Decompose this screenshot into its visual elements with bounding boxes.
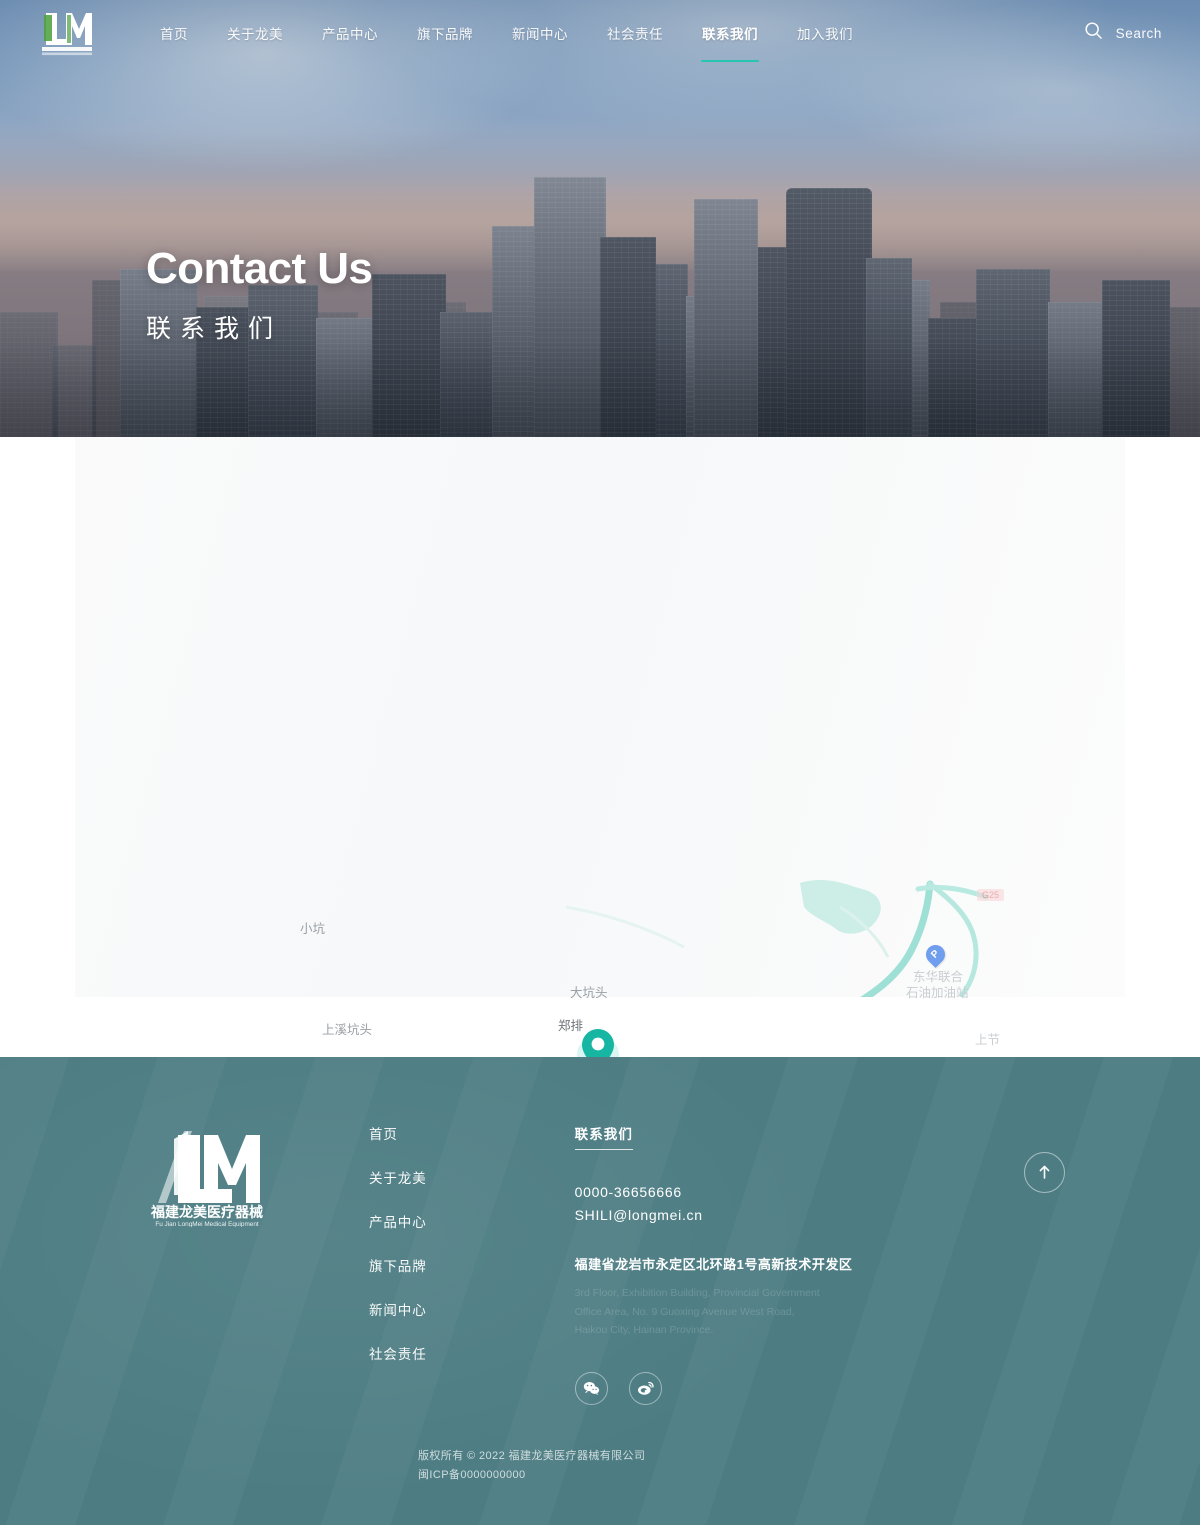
footer-socials <box>574 1372 853 1406</box>
map-label-shiyoujiayouzhan: 石油加油站 <box>906 986 969 1000</box>
footer-phone-email: 0000-36656666 SHILI@longmei.cn <box>575 1181 853 1226</box>
nav-item-5[interactable]: 社会责任 <box>607 17 663 49</box>
footer-address-cn: 福建省龙岩市永定区北环路1号高新技术开发区 <box>574 1257 853 1273</box>
nav-item-3[interactable]: 旗下品牌 <box>417 17 473 49</box>
weibo-icon[interactable] <box>628 1372 662 1406</box>
hero-banner: 首页 关于龙美 产品中心 旗下品牌 新闻中心 社会责任 联系我们 加入我们 Se… <box>0 0 1200 437</box>
footer-link-5[interactable]: 社会责任 <box>369 1343 427 1363</box>
nav-item-2[interactable]: 产品中心 <box>322 17 378 49</box>
footer-link-2[interactable]: 产品中心 <box>369 1211 427 1231</box>
nav-item-0[interactable]: 首页 <box>160 17 188 49</box>
svg-text:Fu Jian LongMei Medical Equipm: Fu Jian LongMei Medical Equipment <box>155 1221 259 1227</box>
map-label-xiaokeng: 小坑 <box>300 922 326 936</box>
footer-link-0[interactable]: 首页 <box>369 1123 427 1143</box>
svg-text:福建龙美医疗器械: 福建龙美医疗器械 <box>150 1204 263 1220</box>
footer-nav: 首页 关于龙美 产品中心 旗下品牌 新闻中心 社会责任 <box>369 1123 427 1405</box>
footer-link-1[interactable]: 关于龙美 <box>369 1167 427 1187</box>
hero-title: Contact Us <box>146 244 373 293</box>
footer-logo[interactable]: 福建龙美医疗器械 Fu Jian LongMei Medical Equipme… <box>148 1123 266 1405</box>
nav-item-1[interactable]: 关于龙美 <box>227 17 283 49</box>
site-logo[interactable] <box>36 9 98 57</box>
search-label: Search <box>1115 25 1162 41</box>
site-footer: 福建龙美医疗器械 Fu Jian LongMei Medical Equipme… <box>0 1057 1200 1525</box>
poi-donghua-gas-icon[interactable] <box>922 941 949 969</box>
footer-contact-block: 联系我们 0000-36656666 SHILI@longmei.cn 福建省龙… <box>574 1123 853 1406</box>
copyright-line-1: 版权所有 © 2022 福建龙美医疗器械有限公司 <box>418 1449 646 1462</box>
icp-line[interactable]: 闽ICP备0000000000 <box>418 1466 645 1485</box>
nav-item-4[interactable]: 新闻中心 <box>512 17 568 49</box>
nav-item-6-contact[interactable]: 联系我们 <box>702 17 758 49</box>
map-label-shangxikengtou: 上溪坑头 <box>322 1023 373 1037</box>
search-icon <box>1084 21 1103 45</box>
back-to-top-button[interactable] <box>1024 1152 1065 1193</box>
map-label-shangjie: 上节 <box>975 1033 1001 1047</box>
footer-phone[interactable]: 0000-36656666 <box>575 1181 853 1204</box>
hero-subtitle: 联系我们 <box>146 315 283 344</box>
copyright-block: 版权所有 © 2022 福建龙美医疗器械有限公司 闽ICP备0000000000 <box>418 1447 645 1486</box>
footer-address-en: 3rd Floor, Exhibition Building, Provinci… <box>574 1287 820 1337</box>
footer-email[interactable]: SHILI@longmei.cn <box>575 1204 853 1227</box>
page-root: 首页 关于龙美 产品中心 旗下品牌 新闻中心 社会责任 联系我们 加入我们 Se… <box>0 0 1200 1525</box>
footer-link-4[interactable]: 新闻中心 <box>369 1299 427 1319</box>
map-roads <box>565 879 989 997</box>
map-section: 小坑 大坑头 上溪坑头 郑排 顺达石油 中海美孚加油站 蕉头角 高陂互通 东华联… <box>0 437 1200 1057</box>
map-label-dakengtou: 大坑头 <box>570 986 608 1000</box>
search-trigger[interactable]: Search <box>1084 21 1162 45</box>
nav-items: 首页 关于龙美 产品中心 旗下品牌 新闻中心 社会责任 联系我们 加入我们 <box>154 17 892 49</box>
footer-contact-title: 联系我们 <box>574 1123 634 1150</box>
main-navigation: 首页 关于龙美 产品中心 旗下品牌 新闻中心 社会责任 联系我们 加入我们 Se… <box>0 0 1200 66</box>
location-pin-icon[interactable] <box>576 1023 620 1057</box>
wechat-icon[interactable] <box>574 1372 608 1406</box>
nav-item-7[interactable]: 加入我们 <box>797 17 853 49</box>
road-badge-g25: G25 <box>977 889 1005 901</box>
footer-link-3[interactable]: 旗下品牌 <box>369 1255 427 1275</box>
hero-text-block: Contact Us 联系我们 <box>146 244 373 345</box>
